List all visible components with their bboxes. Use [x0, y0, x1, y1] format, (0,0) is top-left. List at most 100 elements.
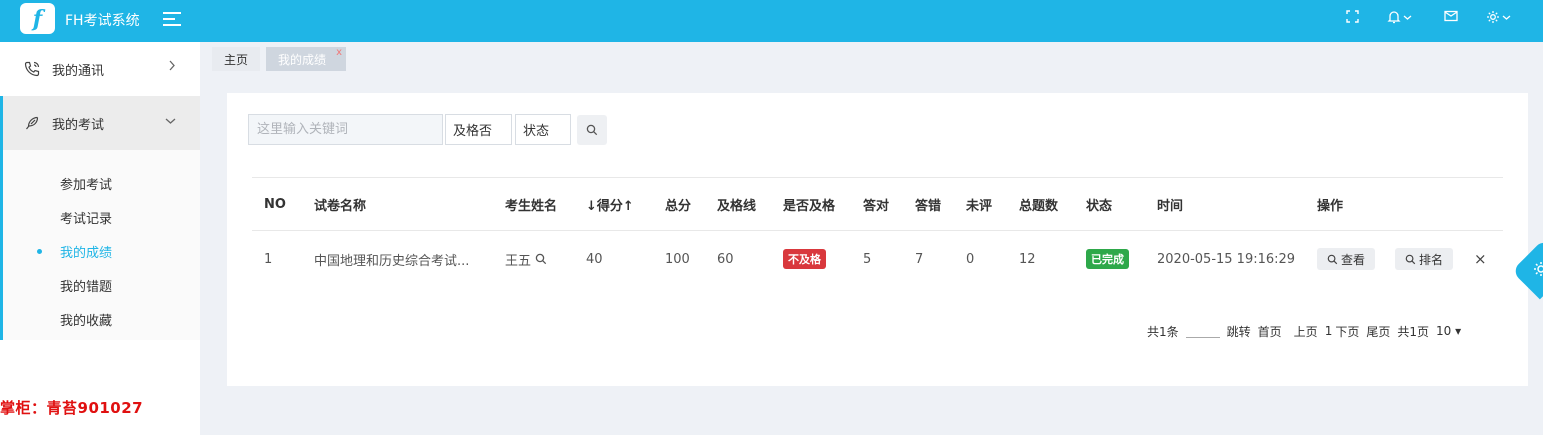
- col-header-correct: 答对: [863, 198, 890, 214]
- jump-input[interactable]: [1185, 324, 1220, 338]
- mail-icon[interactable]: [1444, 10, 1458, 22]
- page-tabs: 主页 我的成绩 x: [212, 47, 347, 71]
- cell-unrated: 0: [966, 251, 975, 267]
- logo-letter: f: [32, 5, 43, 32]
- search-input[interactable]: [248, 114, 443, 145]
- search-button[interactable]: [577, 115, 607, 145]
- fail-badge: 不及格: [783, 249, 826, 269]
- col-header-actions: 操作: [1317, 198, 1344, 214]
- watermark-text: 掌柜：青苔901027: [0, 399, 144, 417]
- cell-rank: 排名: [1395, 231, 1454, 287]
- cell-correct: 5: [863, 251, 872, 267]
- subitem-label: 我的成绩: [60, 245, 113, 261]
- cell-question-count: 12: [1019, 251, 1036, 267]
- pager-current-page: 1: [1324, 324, 1333, 338]
- status-filter-select[interactable]: 状态: [515, 114, 571, 145]
- select-value: 及格否: [453, 124, 493, 139]
- cell-passed: 不及格: [783, 231, 826, 287]
- sidebar-item-exams[interactable]: 我的考试: [0, 96, 200, 150]
- rank-label: 排名: [1419, 252, 1444, 267]
- sidebar-item-label: 我的考试: [52, 117, 105, 133]
- phone-icon: [24, 61, 40, 77]
- cell-student: 王五: [505, 231, 547, 287]
- col-header-total: 总分: [665, 198, 692, 214]
- table-row: 1 中国地理和历史综合考试... 王五 40 100 60 不及格 5 7 0 …: [252, 231, 1503, 287]
- subitem-label: 我的错题: [60, 279, 113, 295]
- app-logo[interactable]: f: [20, 3, 55, 34]
- col-header-unrated: 未评: [966, 198, 993, 214]
- close-icon[interactable]: x: [336, 47, 342, 58]
- chevron-down-icon: [165, 114, 176, 128]
- sidebar-subitem-favorites[interactable]: 我的收藏: [3, 302, 200, 336]
- col-header-paper: 试卷名称: [314, 198, 367, 214]
- cell-status: 已完成: [1086, 231, 1129, 287]
- rank-button[interactable]: 排名: [1395, 248, 1454, 270]
- cell-wrong: 7: [915, 251, 924, 267]
- cell-time: 2020-05-15 19:16:29: [1157, 251, 1296, 267]
- cell-paper-name: 中国地理和历史综合考试...: [314, 253, 470, 269]
- sidebar: 我的通讯 我的考试 参加考试 考试记录 我的成绩 我的错题 我的收藏: [0, 42, 200, 350]
- col-header-question-count: 总题数: [1019, 198, 1059, 214]
- sidebar-bottom: [0, 340, 200, 435]
- col-header-wrong: 答错: [915, 198, 942, 214]
- cell-score: 40: [586, 251, 603, 267]
- search-icon: [1405, 254, 1416, 264]
- app-title: FH考试系统: [65, 13, 140, 29]
- feather-icon: [26, 116, 39, 130]
- tab-my-scores[interactable]: 我的成绩 x: [266, 47, 347, 71]
- pager-first-button[interactable]: 首页: [1258, 323, 1282, 340]
- table-header: NO 试卷名称 考生姓名 ↓得分↑ 总分 及格线 是否及格 答对 答错 未评 总…: [252, 177, 1503, 231]
- sidebar-item-label: 我的通讯: [52, 63, 105, 79]
- status-badge: 已完成: [1086, 249, 1129, 269]
- pager-page-count: 共1页: [1397, 324, 1429, 339]
- col-header-student: 考生姓名: [505, 198, 558, 214]
- view-label: 查看: [1341, 252, 1366, 267]
- fullscreen-icon[interactable]: [1346, 10, 1359, 23]
- cell-view: 查看: [1317, 231, 1376, 287]
- scores-card: 及格否 状态 NO 试卷名称 考生姓名 ↓得分↑ 总分 及格线 是否及格 答对 …: [227, 93, 1528, 386]
- col-header-pass-line: 及格线: [717, 198, 757, 214]
- chevron-right-icon: [168, 60, 176, 74]
- cell-no: 1: [264, 251, 273, 267]
- sidebar-subitem-my-scores[interactable]: 我的成绩: [3, 234, 200, 268]
- subitem-label: 我的收藏: [60, 313, 113, 329]
- col-header-passed: 是否及格: [783, 198, 836, 214]
- sidebar-subitem-exam-records[interactable]: 考试记录: [3, 200, 200, 234]
- tab-home[interactable]: 主页: [212, 47, 261, 71]
- view-button[interactable]: 查看: [1317, 248, 1376, 270]
- col-header-no: NO: [264, 196, 286, 212]
- pager-total: 共1条: [1147, 324, 1179, 339]
- col-header-score-sort[interactable]: ↓得分↑: [586, 178, 634, 230]
- exam-submenu: 参加考试 考试记录 我的成绩 我的错题 我的收藏: [0, 150, 200, 350]
- chevron-down-icon: [1502, 15, 1511, 20]
- pager-next-button[interactable]: 下页: [1335, 323, 1359, 340]
- cell-pass-line: 60: [717, 251, 734, 267]
- student-name: 王五: [505, 253, 532, 269]
- gear-icon: [1534, 262, 1543, 276]
- select-value: 状态: [523, 124, 550, 139]
- sidebar-subitem-wrong-questions[interactable]: 我的错题: [3, 268, 200, 302]
- sidebar-subitem-join-exam[interactable]: 参加考试: [3, 166, 200, 200]
- pager-prev-button[interactable]: 上页: [1294, 323, 1318, 340]
- pager-last-button[interactable]: 尾页: [1366, 323, 1390, 340]
- pager-jump-button[interactable]: 跳转: [1227, 323, 1251, 340]
- search-icon[interactable]: [535, 253, 547, 265]
- pagination: 共1条 跳转 首页 上页 1 下页 尾页 共1页 10 ▾: [1147, 321, 1468, 341]
- subitem-label: 考试记录: [60, 211, 113, 227]
- col-header-time: 时间: [1157, 198, 1184, 214]
- menu-toggle-button[interactable]: [163, 12, 181, 28]
- chevron-down-icon: [1403, 15, 1412, 20]
- delete-button[interactable]: ×: [1474, 231, 1487, 287]
- cell-total: 100: [665, 251, 690, 267]
- page-size-select[interactable]: 10 ▾: [1436, 324, 1461, 338]
- bell-icon[interactable]: [1387, 10, 1412, 24]
- search-icon: [586, 124, 598, 136]
- search-icon: [1327, 254, 1338, 264]
- scores-table: NO 试卷名称 考生姓名 ↓得分↑ 总分 及格线 是否及格 答对 答错 未评 总…: [252, 177, 1503, 287]
- col-header-status: 状态: [1086, 198, 1113, 214]
- gear-icon[interactable]: [1486, 10, 1511, 24]
- sidebar-item-communication[interactable]: 我的通讯: [0, 42, 200, 96]
- pass-filter-select[interactable]: 及格否: [445, 114, 512, 145]
- tab-label: 我的成绩: [278, 52, 327, 67]
- top-header: f FH考试系统: [0, 0, 1543, 42]
